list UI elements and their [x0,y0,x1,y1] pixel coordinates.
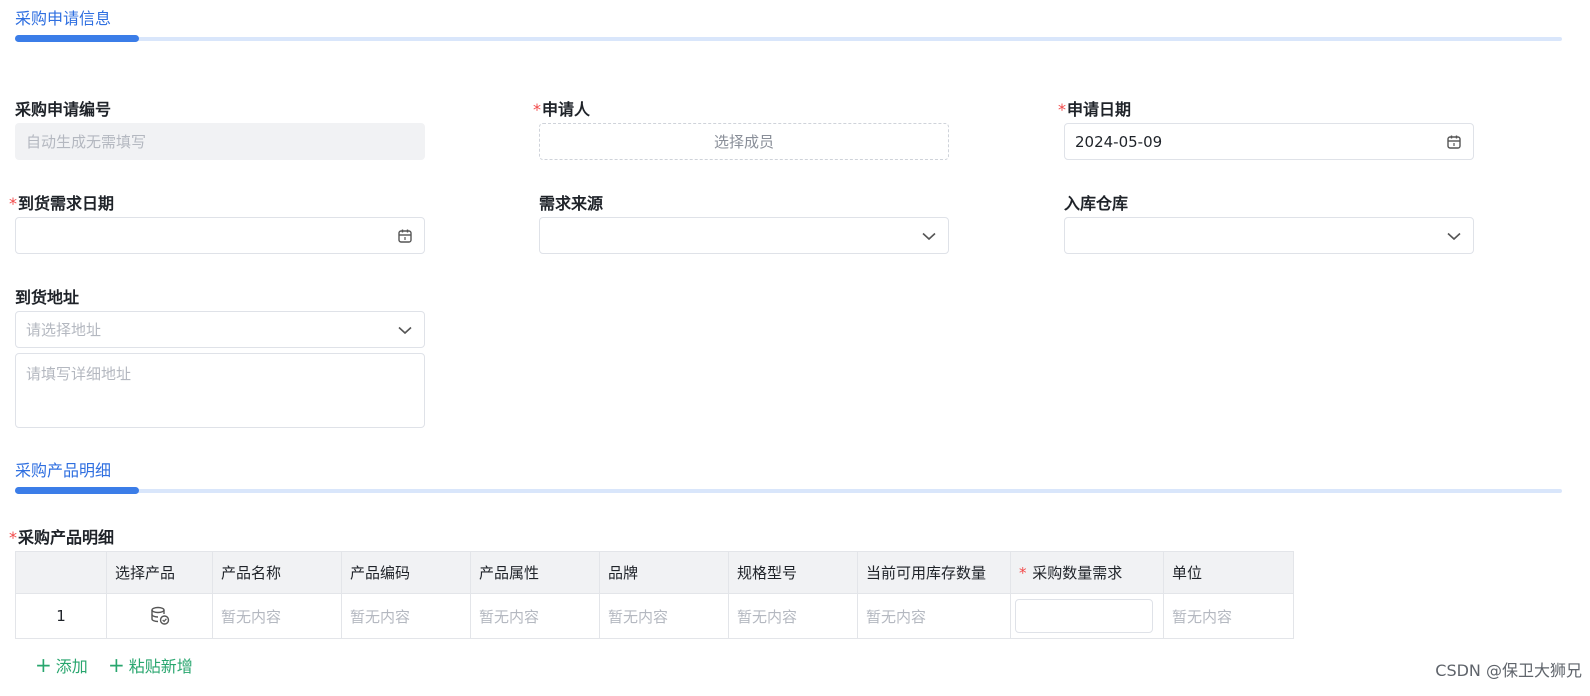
warehouse-label: 入库仓库 [1064,194,1129,213]
section-title-request-info: 采购申请信息 [15,9,112,28]
chevron-down-icon[interactable] [396,321,414,339]
select-product-cell[interactable] [106,593,213,639]
warehouse-select[interactable] [1064,217,1474,254]
purchase-qty-input[interactable] [1015,599,1153,633]
table-row: 1 暂无内容 暂无内容 暂无内容 暂无内容 暂无内容 暂无内容 暂无内容 [15,593,1294,639]
section-title-product-detail: 采购产品明细 [15,461,112,480]
col-product-code-header: 产品编码 [341,551,471,594]
add-row-button[interactable]: + 添加 [35,653,88,677]
address-region-select[interactable]: 请选择地址 [15,311,425,348]
arrival-date-label: *到货需求日期 [9,194,115,213]
chevron-down-icon[interactable] [1445,227,1463,245]
request-no-field: 自动生成无需填写 [15,123,425,160]
demand-source-select[interactable] [539,217,949,254]
table-header-row: 选择产品 产品名称 产品编码 产品属性 品牌 规格型号 当前可用库存数量 * 采… [15,551,1294,594]
col-product-name-header: 产品名称 [212,551,342,594]
paste-add-button[interactable]: + 粘贴新增 [108,653,193,677]
calendar-icon[interactable] [1445,133,1463,151]
database-select-icon[interactable] [149,605,171,627]
chevron-down-icon[interactable] [920,227,938,245]
product-table-label: *采购产品明细 [9,528,115,547]
arrival-date-picker[interactable] [15,217,425,254]
col-stock-header: 当前可用库存数量 [857,551,1011,594]
request-no-label: 采购申请编号 [15,100,112,119]
applicant-label: *申请人 [533,100,591,119]
row-index: 1 [15,593,107,639]
address-detail-textarea[interactable]: 请填写详细地址 [15,353,425,428]
demand-source-label: 需求来源 [539,194,604,213]
product-name-cell: 暂无内容 [212,593,342,639]
calendar-icon[interactable] [396,227,414,245]
section-divider [15,35,1562,42]
col-product-attr-header: 产品属性 [470,551,600,594]
product-attr-cell: 暂无内容 [470,593,600,639]
col-brand-header: 品牌 [599,551,729,594]
brand-cell: 暂无内容 [599,593,729,639]
product-table: 选择产品 产品名称 产品编码 产品属性 品牌 规格型号 当前可用库存数量 * 采… [15,551,1294,639]
apply-date-label: *申请日期 [1058,100,1132,119]
col-index-header [15,551,107,594]
spec-cell: 暂无内容 [728,593,858,639]
purchase-qty-cell [1010,593,1164,639]
watermark: CSDN @保卫大狮兄 [1435,661,1582,680]
stock-cell: 暂无内容 [857,593,1011,639]
section-divider [15,487,1562,494]
col-purchase-qty-header: * 采购数量需求 [1010,551,1164,594]
col-unit-header: 单位 [1163,551,1294,594]
plus-icon: + [108,653,125,677]
plus-icon: + [35,653,52,677]
unit-cell: 暂无内容 [1163,593,1294,639]
product-code-cell: 暂无内容 [341,593,471,639]
applicant-member-picker[interactable]: 选择成员 [539,123,949,160]
col-spec-header: 规格型号 [728,551,858,594]
address-label: 到货地址 [15,288,80,307]
apply-date-picker[interactable]: 2024-05-09 [1064,123,1474,160]
col-select-product-header: 选择产品 [106,551,213,594]
